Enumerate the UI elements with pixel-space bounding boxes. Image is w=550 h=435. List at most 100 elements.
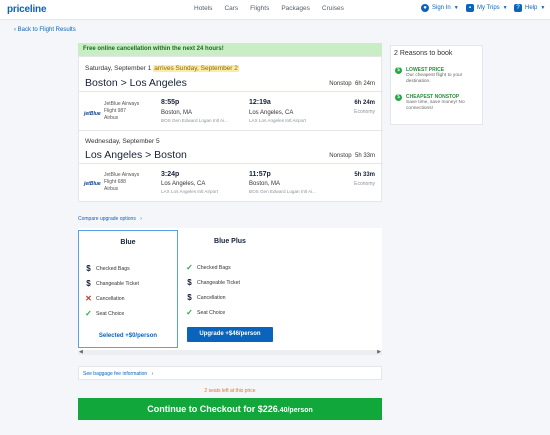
continue-to-checkout-button[interactable]: Continue to Checkout for $226.40/person xyxy=(78,398,382,420)
sign-in-menu[interactable]: ● Sign In ▼ xyxy=(421,4,459,12)
top-navigation-bar: priceline Hotels Cars Flights Packages C… xyxy=(0,0,550,20)
return-arrive-airport: BOS Gen Edward Logan Intl Ai... xyxy=(249,189,316,194)
outbound-arrive-airport: LAX Los Angeles Intl Airport xyxy=(249,118,306,123)
outbound-depart-time: 8:55p xyxy=(161,99,180,106)
chevron-down-icon: ▼ xyxy=(540,5,546,11)
outbound-arrive-time: 12:19a xyxy=(249,99,271,106)
sign-in-label: Sign In xyxy=(432,5,451,11)
dollar-icon: $ xyxy=(86,264,91,273)
outbound-arrive-city: Los Angeles, CA xyxy=(249,110,294,116)
nav-hotels[interactable]: Hotels xyxy=(194,5,212,12)
my-trips-menu[interactable]: ▪ My Trips ▼ xyxy=(466,4,508,12)
baggage-fee-info-link[interactable]: See baggage fee information › xyxy=(78,366,382,380)
chevron-down-icon: ▼ xyxy=(453,5,459,11)
scroll-left-icon[interactable]: ◀ xyxy=(79,349,83,355)
my-trips-label: My Trips xyxy=(477,5,500,11)
return-depart-city: Los Angeles, CA xyxy=(161,181,206,187)
nav-packages[interactable]: Packages xyxy=(281,5,310,12)
feature-label: Cancellation xyxy=(96,296,125,302)
compare-upgrade-options-link[interactable]: Compare upgrade options › xyxy=(78,216,142,222)
feature-label: Cancellation xyxy=(197,295,226,301)
feature-label: Changeable Ticket xyxy=(96,281,139,287)
checkout-label: Continue to Checkout for $226 xyxy=(147,404,278,414)
fare-option-blue[interactable]: Blue $ Checked Bags $ Changeable Ticket ✕ C… xyxy=(78,230,178,348)
return-aircraft: Airbus xyxy=(104,186,119,192)
upgrade-button[interactable]: Upgrade +$46/person xyxy=(187,327,273,342)
feature-label: Changeable Ticket xyxy=(197,280,240,286)
nav-cruises[interactable]: Cruises xyxy=(322,5,344,12)
priceline-logo[interactable]: priceline xyxy=(7,4,47,15)
dollar-icon: $ xyxy=(187,293,192,302)
return-depart-time: 3:24p xyxy=(161,171,180,178)
return-stop-info: Nonstop 5h 33m xyxy=(329,153,375,159)
fare-feature: $ Changeable Ticket xyxy=(85,280,139,288)
reason-text: Our cheapest flight to your destination. xyxy=(406,73,463,84)
help-label: Help xyxy=(525,5,538,11)
outbound-airline: JetBlue Airways xyxy=(104,101,140,107)
fare-name: Blue Plus xyxy=(214,238,246,245)
fare-option-blue-plus[interactable]: Blue Plus ✓ Checked Bags $ Changeable Tick… xyxy=(180,230,280,348)
main-nav: Hotels Cars Flights Packages Cruises xyxy=(194,5,344,12)
jetblue-logo: jetBlue xyxy=(84,111,101,117)
dollar-icon: $ xyxy=(86,279,91,288)
dollar-icon: $ xyxy=(395,94,402,101)
outbound-flight-number: Flight 987 xyxy=(104,108,126,114)
return-route: Los Angeles > Boston xyxy=(85,149,187,161)
jetblue-logo: jetBlue xyxy=(84,181,101,187)
fare-feature: ✓ Checked Bags xyxy=(186,264,231,272)
chevron-right-icon: › xyxy=(151,371,154,377)
return-total-duration: 5h 33m xyxy=(354,153,375,159)
outbound-route: Boston > Los Angeles xyxy=(85,77,187,89)
help-icon: ? xyxy=(514,4,522,12)
return-arrive-time: 11:57p xyxy=(249,171,271,178)
chevron-right-icon: › xyxy=(140,216,142,222)
return-flight-number: Flight 688 xyxy=(104,179,126,185)
fare-feature: ✓ Seat Choice xyxy=(186,309,225,317)
nav-flights[interactable]: Flights xyxy=(250,5,269,12)
divider xyxy=(79,163,383,164)
checkmark-icon: ✓ xyxy=(85,309,92,318)
fare-feature: ✕ Cancellation xyxy=(85,294,125,303)
dollar-icon: $ xyxy=(395,67,402,74)
selected-fare-label: Selected +$0/person xyxy=(98,333,158,339)
itinerary-card: Saturday, September 1 arrives Sunday, Se… xyxy=(78,56,383,202)
user-icon: ● xyxy=(421,4,429,12)
outbound-depart-airport: BOS Gen Edward Logan Intl Ai... xyxy=(161,118,228,123)
reasons-title: 2 Reasons to book xyxy=(394,50,453,57)
outbound-date: Saturday, September 1 arrives Sunday, Se… xyxy=(85,65,239,72)
arrives-next-day-note: arrives Sunday, September 2 xyxy=(153,65,239,72)
outbound-depart-city: Boston, MA xyxy=(161,110,193,116)
horizontal-scrollbar[interactable]: ◀ ▶ xyxy=(78,349,382,355)
fare-feature: $ Checked Bags xyxy=(85,264,130,273)
fare-feature: $ Cancellation xyxy=(186,293,226,302)
return-duration: 5h 33m xyxy=(354,172,375,178)
return-stops: Nonstop xyxy=(329,153,352,159)
return-date: Wednesday, September 5 xyxy=(85,138,160,145)
return-depart-airport: LAX Los Angeles Intl Airport xyxy=(161,189,218,194)
divider xyxy=(79,91,383,92)
reasons-to-book-panel: 2 Reasons to book $ LOWEST PRICE Our che… xyxy=(390,45,483,125)
fare-options: Blue $ Checked Bags $ Changeable Ticket ✕ C… xyxy=(78,228,382,350)
help-menu[interactable]: ? Help ▼ xyxy=(514,4,545,12)
checkmark-icon: ✓ xyxy=(186,308,193,317)
outbound-aircraft: Airbus xyxy=(104,115,119,121)
chevron-down-icon: ▼ xyxy=(502,5,508,11)
outbound-total-duration: 6h 24m xyxy=(354,81,375,87)
free-cancellation-banner: Free online cancellation within the next… xyxy=(78,43,382,56)
outbound-airline-info: JetBlue Airways Flight 987 Airbus xyxy=(104,101,139,122)
return-airline-info: JetBlue Airways Flight 688 Airbus xyxy=(104,172,139,193)
nav-cars[interactable]: Cars xyxy=(224,5,238,12)
dollar-icon: $ xyxy=(187,278,192,287)
checkout-cents: .40/person xyxy=(277,407,313,414)
return-cabin: Economy xyxy=(354,181,375,187)
scroll-right-icon[interactable]: ▶ xyxy=(377,349,381,355)
compare-link-label: Compare upgrade options xyxy=(78,216,136,222)
back-to-results-link[interactable]: ‹ Back to Flight Results xyxy=(14,27,76,33)
x-icon: ✕ xyxy=(85,294,92,303)
feature-label: Checked Bags xyxy=(197,265,231,271)
feature-label: Checked Bags xyxy=(96,266,130,272)
briefcase-icon: ▪ xyxy=(466,4,474,12)
checkmark-icon: ✓ xyxy=(186,263,193,272)
outbound-duration: 6h 24m xyxy=(354,100,375,106)
return-arrive-city: Boston, MA xyxy=(249,181,281,187)
